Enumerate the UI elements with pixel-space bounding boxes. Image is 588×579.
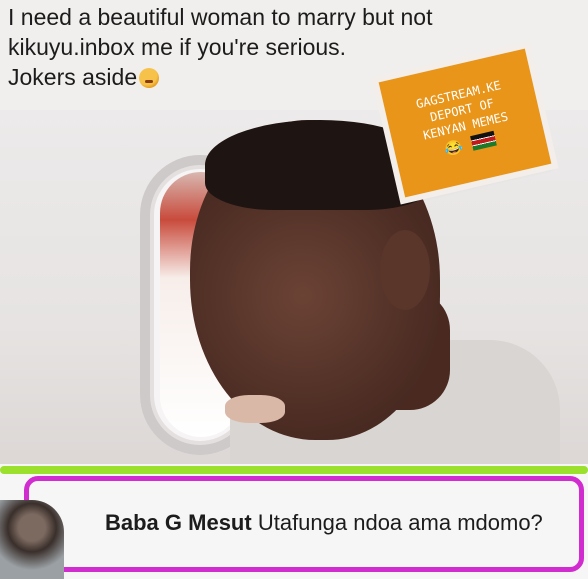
- kenya-flag-icon: [469, 130, 497, 151]
- lip: [225, 395, 285, 423]
- avatar[interactable]: [0, 500, 64, 579]
- post-line-1: I need a beautiful woman to marry but no…: [8, 4, 433, 30]
- green-highlight: [0, 466, 588, 474]
- ear: [380, 230, 430, 310]
- laughing-emoji-icon: 😂: [442, 137, 465, 160]
- comment-body: Utafunga ndoa ama mdomo?: [257, 510, 543, 535]
- post-line-3-text: Jokers aside: [8, 64, 138, 90]
- comment-author[interactable]: Baba G Mesut: [105, 510, 252, 535]
- blushing-face-icon: [139, 68, 160, 88]
- comment: Baba G Mesut Utafunga ndoa ama mdomo?: [105, 508, 575, 538]
